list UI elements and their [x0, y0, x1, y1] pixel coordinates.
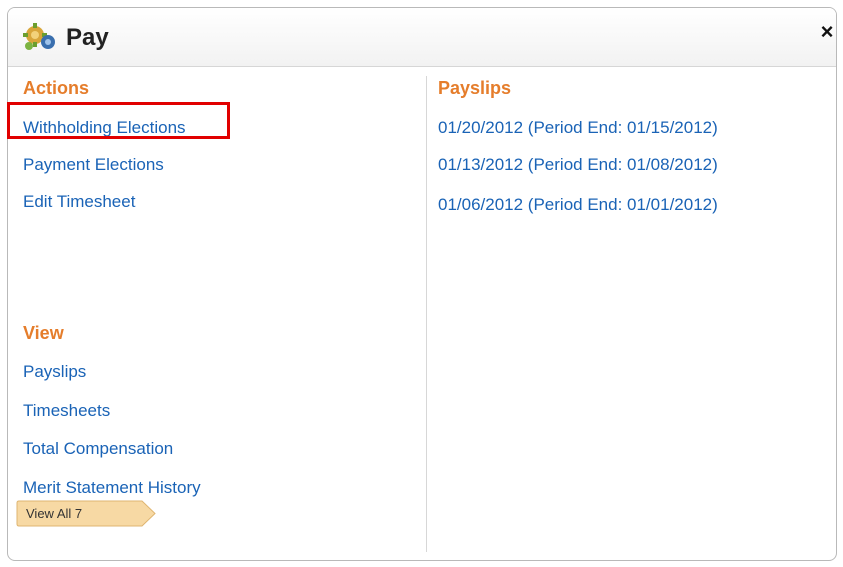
view-heading: View [23, 323, 64, 343]
pay-gears-icon [23, 23, 55, 50]
highlight-box [7, 102, 230, 139]
panel-header: Pay × [8, 8, 836, 67]
payslip-link[interactable]: 01/20/2012 (Period End: 01/15/2012) [438, 118, 718, 138]
column-divider [426, 76, 427, 552]
view-timesheets-link[interactable]: Timesheets [23, 401, 110, 421]
panel-title: Pay [66, 24, 109, 51]
view-merit-statement-history-link[interactable]: Merit Statement History [23, 478, 201, 498]
payslip-link[interactable]: 01/06/2012 (Period End: 01/01/2012) [438, 195, 718, 215]
payment-elections-link[interactable]: Payment Elections [23, 155, 164, 175]
view-all-label: View All 7 [26, 506, 83, 521]
view-payslips-link[interactable]: Payslips [23, 362, 86, 382]
view-total-compensation-link[interactable]: Total Compensation [23, 439, 173, 459]
pay-panel: Pay × Actions Withholding Elections Paym… [7, 7, 837, 561]
edit-timesheet-link[interactable]: Edit Timesheet [23, 192, 135, 212]
payslip-link[interactable]: 01/13/2012 (Period End: 01/08/2012) [438, 155, 718, 175]
payslips-heading: Payslips [438, 78, 512, 98]
view-all-button[interactable]: View All 7 [16, 500, 156, 527]
actions-heading: Actions [23, 78, 90, 98]
close-icon[interactable]: × [818, 20, 836, 44]
